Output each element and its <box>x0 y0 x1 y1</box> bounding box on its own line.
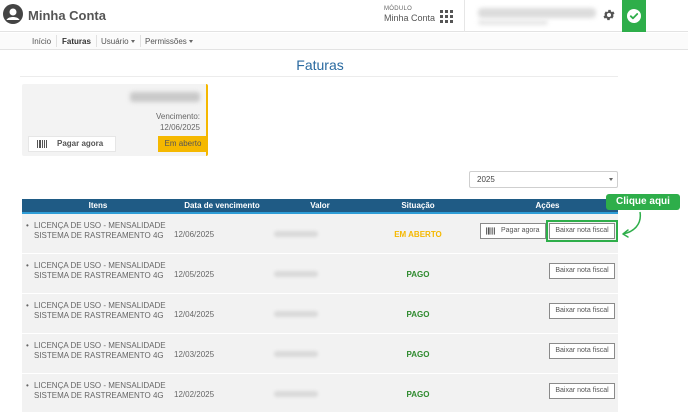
status-indicator[interactable] <box>622 0 646 32</box>
nav-item-permissoes-label: Permissões <box>145 37 187 46</box>
value-blurred <box>274 271 318 277</box>
nav-separator <box>96 35 97 47</box>
year-select[interactable]: 2025 <box>469 171 618 188</box>
status-cell: EM ABERTO <box>394 230 442 239</box>
bullet: • <box>26 341 29 350</box>
nav-item-faturas[interactable]: Faturas <box>62 37 91 50</box>
column-header-vencimento: Data de vencimento <box>184 201 260 210</box>
user-email-blurred <box>478 8 596 18</box>
barcode-icon <box>486 227 495 235</box>
pay-now-label: Pagar agora <box>57 139 104 148</box>
table-row: • LICENÇA DE USO - MENSALIDADE SISTEMA D… <box>22 334 618 374</box>
pay-now-label: Pagar agora <box>501 227 540 234</box>
invoice-summary-card: Vencimento: 12/06/2025 Pagar agora Em ab… <box>22 84 208 156</box>
item-description: • LICENÇA DE USO - MENSALIDADE SISTEMA D… <box>26 301 184 321</box>
item-line2: SISTEMA DE RASTREAMENTO 4G <box>34 391 164 400</box>
bullet: • <box>26 221 29 230</box>
item-description: • LICENÇA DE USO - MENSALIDADE SISTEMA D… <box>26 221 184 241</box>
download-invoice-button[interactable]: Baixar nota fiscal <box>549 343 615 359</box>
chevron-down-icon <box>609 178 613 181</box>
column-header-valor: Valor <box>310 201 330 210</box>
pay-now-button[interactable]: Pagar agora <box>480 223 546 239</box>
column-header-itens: Itens <box>88 201 108 210</box>
status-cell: PAGO <box>406 270 430 279</box>
item-line2: SISTEMA DE RASTREAMENTO 4G <box>34 271 164 280</box>
nav-item-usuario[interactable]: Usuário <box>101 37 135 50</box>
due-label: Vencimento: <box>155 112 200 121</box>
status-cell: PAGO <box>406 390 430 399</box>
title-divider <box>20 76 618 77</box>
item-description: • LICENÇA DE USO - MENSALIDADE SISTEMA D… <box>26 381 184 401</box>
page: Minha Conta MÓDULO Minha Conta Início Fa… <box>0 0 688 412</box>
download-invoice-button[interactable]: Baixar nota fiscal <box>549 303 615 319</box>
item-line2: SISTEMA DE RASTREAMENTO 4G <box>34 311 164 320</box>
invoices-table: Itens Data de vencimento Valor Situação … <box>22 199 618 412</box>
status-cell: PAGO <box>406 310 430 319</box>
barcode-icon <box>37 140 47 148</box>
item-line1: LICENÇA DE USO - MENSALIDADE <box>34 381 166 390</box>
check-circle-icon <box>627 9 641 23</box>
item-line1: LICENÇA DE USO - MENSALIDADE <box>34 221 166 230</box>
column-header-situacao: Situação <box>401 201 435 210</box>
item-line2: SISTEMA DE RASTREAMENTO 4G <box>34 351 164 360</box>
user-avatar-icon[interactable] <box>3 4 23 24</box>
main-nav: Início Faturas Usuário Permissões <box>0 33 688 50</box>
due-date: 12/06/2025 <box>159 123 200 132</box>
module-label: MÓDULO <box>384 6 413 12</box>
due-date-cell: 12/03/2025 <box>174 350 215 359</box>
value-blurred <box>274 311 318 317</box>
table-row: • LICENÇA DE USO - MENSALIDADE SISTEMA D… <box>22 294 618 334</box>
divider <box>464 0 465 32</box>
item-line1: LICENÇA DE USO - MENSALIDADE <box>34 301 166 310</box>
chevron-down-icon <box>188 40 193 44</box>
nav-item-permissoes[interactable]: Permissões <box>145 37 193 50</box>
download-invoice-button[interactable]: Baixar nota fiscal <box>549 383 615 399</box>
due-date-cell: 12/06/2025 <box>174 230 215 239</box>
nav-separator <box>140 35 141 47</box>
gear-icon[interactable] <box>602 8 616 22</box>
bullet: • <box>26 301 29 310</box>
status-cell: PAGO <box>406 350 430 359</box>
nav-separator <box>56 35 57 47</box>
value-blurred <box>274 231 318 237</box>
value-blurred <box>274 351 318 357</box>
due-date-cell: 12/04/2025 <box>174 310 215 319</box>
apps-grid-icon[interactable] <box>440 10 453 23</box>
item-line1: LICENÇA DE USO - MENSALIDADE <box>34 341 166 350</box>
table-row: • LICENÇA DE USO - MENSALIDADE SISTEMA D… <box>22 214 618 254</box>
table-row: • LICENÇA DE USO - MENSALIDADE SISTEMA D… <box>22 254 618 294</box>
callout-label: Clique aqui <box>606 194 680 210</box>
callout-arrow-icon <box>622 211 642 238</box>
page-title: Faturas <box>296 57 344 73</box>
top-bar: Minha Conta MÓDULO Minha Conta <box>0 0 688 32</box>
chevron-down-icon <box>130 40 135 44</box>
amount-blurred <box>130 92 200 102</box>
column-header-acoes: Ações <box>535 201 560 210</box>
user-company-blurred <box>478 20 548 25</box>
item-description: • LICENÇA DE USO - MENSALIDADE SISTEMA D… <box>26 261 184 281</box>
bullet: • <box>26 381 29 390</box>
status-badge: Em aberto <box>158 136 208 152</box>
table-header: Itens Data de vencimento Valor Situação … <box>22 199 618 214</box>
module-name: Minha Conta <box>384 13 436 23</box>
item-line1: LICENÇA DE USO - MENSALIDADE <box>34 261 166 270</box>
bullet: • <box>26 261 29 270</box>
download-invoice-button[interactable]: Baixar nota fiscal <box>546 220 618 242</box>
download-invoice-button[interactable]: Baixar nota fiscal <box>549 263 615 279</box>
item-line2: SISTEMA DE RASTREAMENTO 4G <box>34 231 164 240</box>
pay-now-button[interactable]: Pagar agora <box>28 136 116 152</box>
due-date-cell: 12/05/2025 <box>174 270 215 279</box>
nav-item-usuario-label: Usuário <box>101 37 129 46</box>
year-select-value: 2025 <box>477 175 495 184</box>
item-description: • LICENÇA DE USO - MENSALIDADE SISTEMA D… <box>26 341 184 361</box>
due-date-cell: 12/02/2025 <box>174 390 215 399</box>
module-switcher[interactable]: MÓDULO Minha Conta <box>384 6 435 23</box>
nav-item-inicio[interactable]: Início <box>32 37 51 50</box>
table-row: • LICENÇA DE USO - MENSALIDADE SISTEMA D… <box>22 374 618 412</box>
value-blurred <box>274 391 318 397</box>
app-title: Minha Conta <box>28 8 106 23</box>
